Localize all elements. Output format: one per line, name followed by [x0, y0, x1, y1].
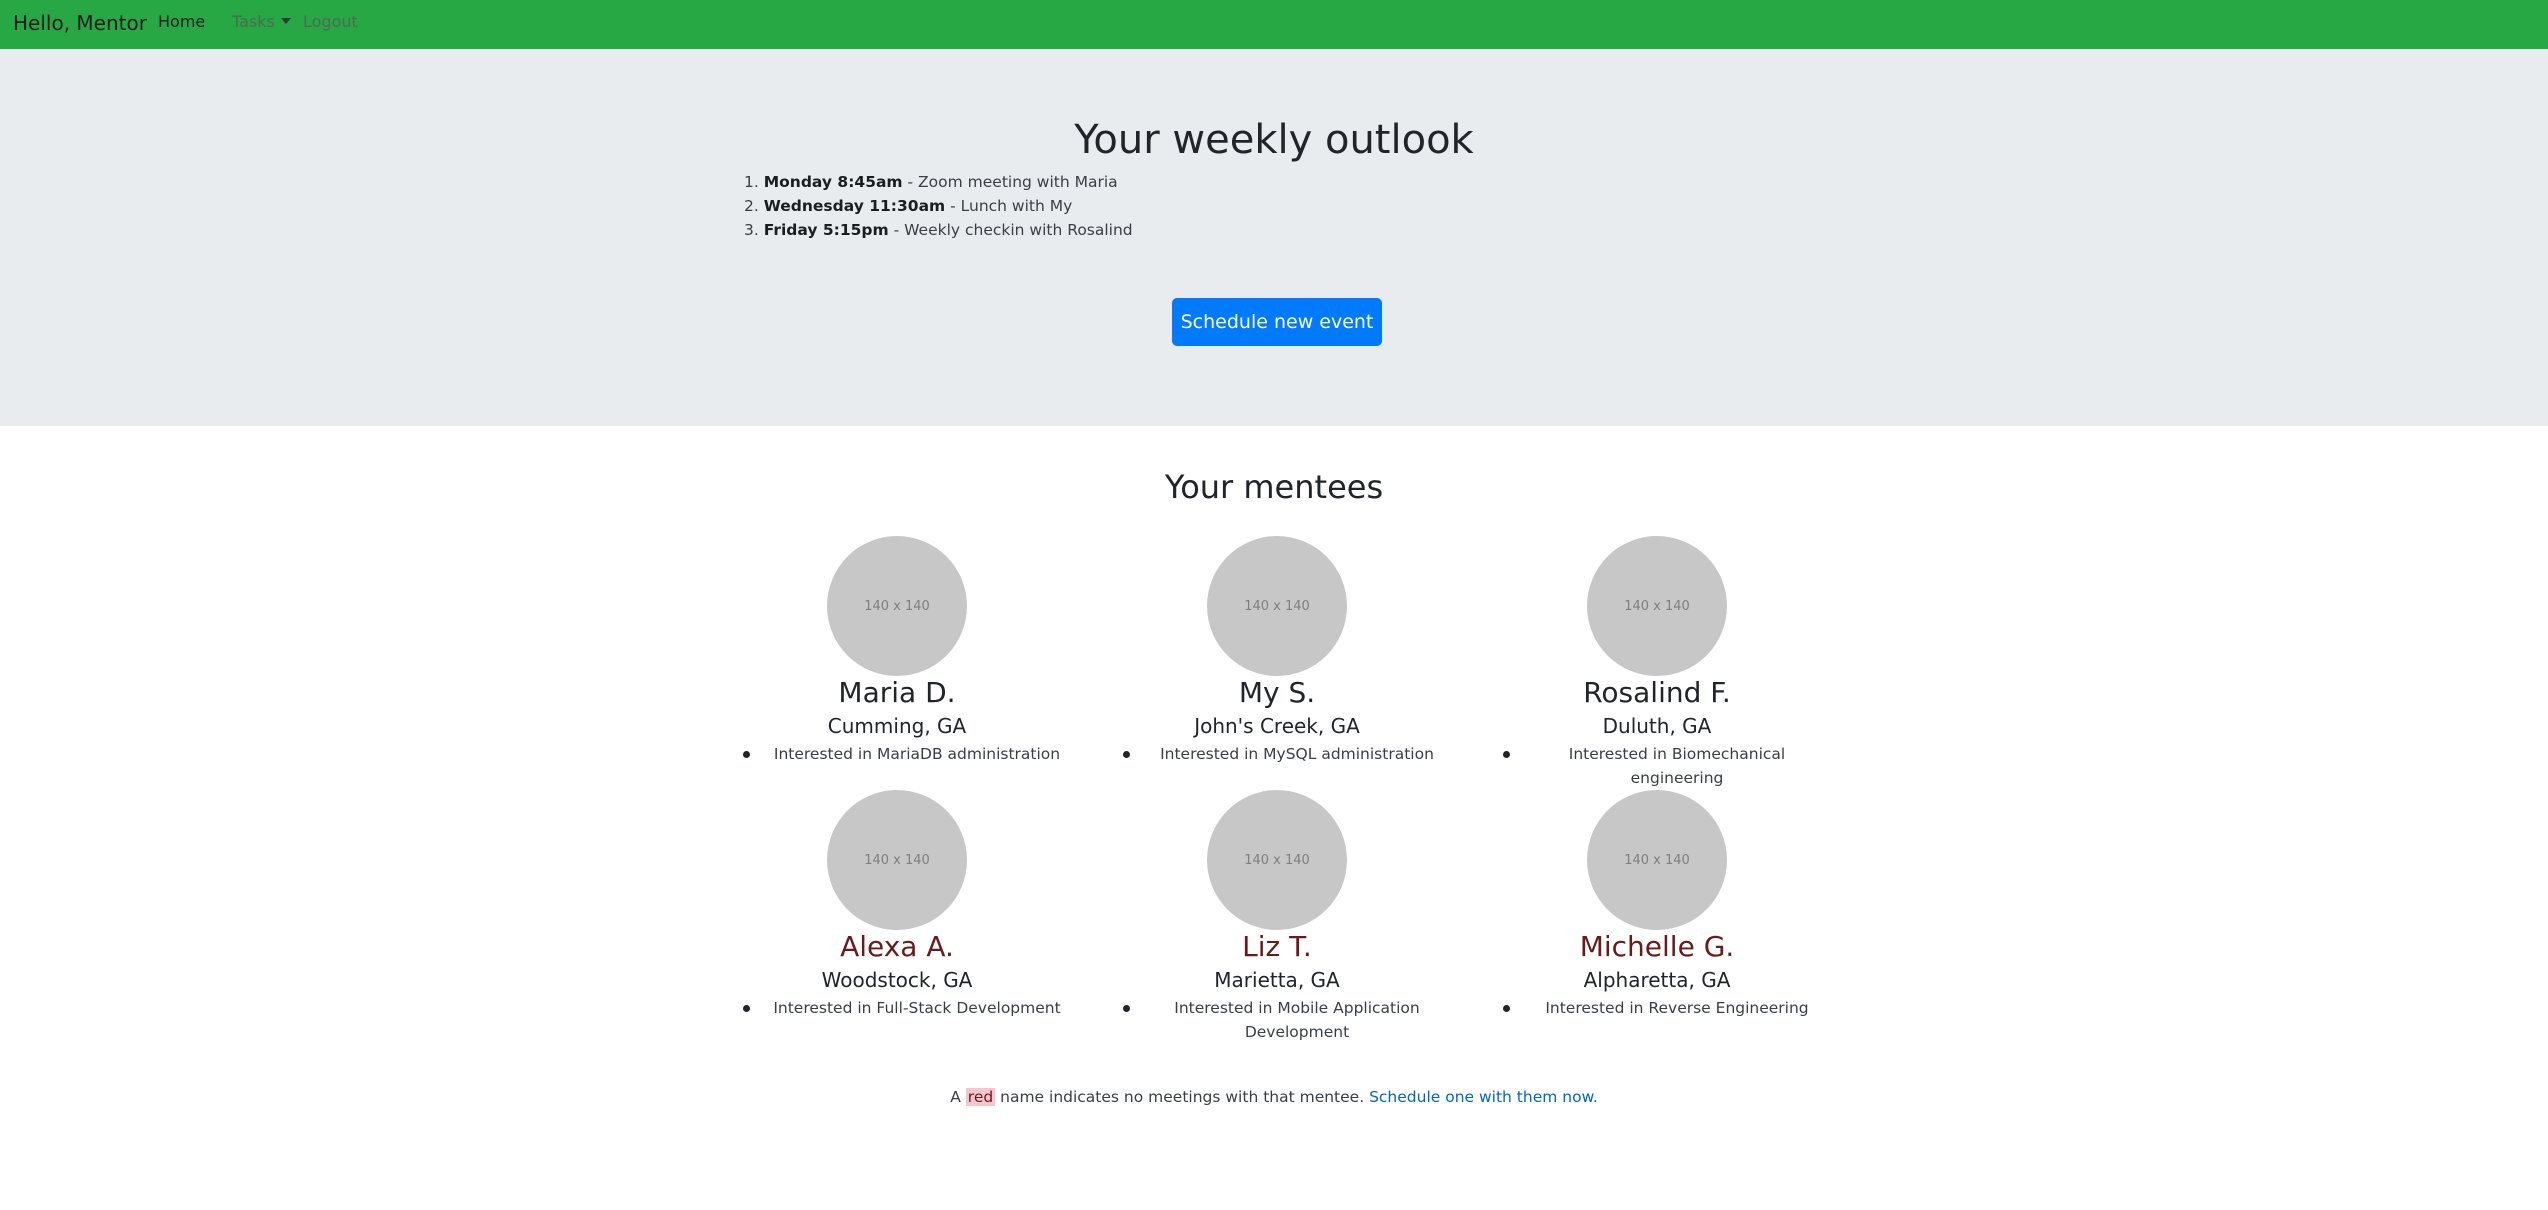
event-number: 3. [744, 221, 759, 239]
mentee-interests: Interested in Biomechanical engineering [1487, 742, 1827, 790]
nav-tasks-label: Tasks [232, 12, 275, 31]
mentee-card: 140 x 140 Michelle G. Alpharetta, GA Int… [1487, 790, 1822, 1044]
mentee-name-no-meetings: Michelle G. [1579, 930, 1735, 963]
mentee-name: My S. [1238, 676, 1316, 709]
mentee-location: John's Creek, GA [1194, 714, 1360, 738]
event-time: Wednesday 11:30am [763, 197, 946, 215]
mentee-name-no-meetings: Liz T. [1242, 930, 1312, 963]
event-description: - Zoom meeting with Maria [902, 173, 1118, 191]
interest-item: Interested in MariaDB administration [727, 742, 1067, 766]
weekly-outlook-title: Your weekly outlook [1074, 117, 1474, 163]
schedule-new-event-button[interactable]: Schedule new event [1172, 298, 1382, 346]
mentee-name-no-meetings: Alexa A. [840, 930, 954, 963]
mentee-interests: Interested in Mobile Application Develop… [1107, 996, 1447, 1044]
mentee-card: 140 x 140 Liz T. Marietta, GA Interested… [1107, 790, 1487, 1044]
mentee-location: Duluth, GA [1602, 714, 1712, 738]
event-item: 3. Friday 5:15pm - Weekly checkin with R… [744, 218, 1133, 242]
mentee-card: 140 x 140 Alexa A. Woodstock, GA Interes… [727, 790, 1107, 1044]
mentee-interests: Interested in Full-Stack Development [727, 996, 1067, 1020]
mentee-name: Maria D. [838, 676, 956, 709]
event-description: - Lunch with My [945, 197, 1073, 215]
event-time: Friday 5:15pm [763, 221, 889, 239]
avatar-placeholder: 140 x 140 [1587, 536, 1727, 676]
footnote-text: name indicates no meetings with that men… [995, 1087, 1370, 1106]
mentee-card: 140 x 140 Rosalind F. Duluth, GA Interes… [1487, 536, 1822, 790]
weekly-outlook-section: Your weekly outlook 1. Monday 8:45am - Z… [0, 49, 2548, 426]
event-description: - Weekly checkin with Rosalind [888, 221, 1133, 239]
interest-item: Interested in Full-Stack Development [727, 996, 1067, 1020]
event-item: 1. Monday 8:45am - Zoom meeting with Mar… [744, 170, 1133, 194]
mentee-location: Woodstock, GA [821, 968, 973, 992]
red-highlight: red [965, 1087, 996, 1106]
interest-item: Interested in Mobile Application Develop… [1107, 996, 1447, 1044]
mentee-interests: Interested in Reverse Engineering [1487, 996, 1827, 1020]
mentees-title: Your mentees [1164, 468, 1384, 506]
interest-item: Interested in MySQL administration [1107, 742, 1447, 766]
interest-item: Interested in Reverse Engineering [1487, 996, 1827, 1020]
avatar-placeholder: 140 x 140 [827, 536, 967, 676]
avatar-placeholder: 140 x 140 [1587, 790, 1727, 930]
mentee-interests: Interested in MariaDB administration [727, 742, 1067, 766]
navbar-brand[interactable]: Hello, Mentor [13, 10, 147, 36]
nav-tasks-dropdown[interactable]: Tasks [232, 12, 291, 32]
event-number: 1. [744, 173, 759, 191]
event-number: 2. [744, 197, 759, 215]
event-item: 2. Wednesday 11:30am - Lunch with My [744, 194, 1133, 218]
avatar-placeholder: 140 x 140 [1207, 790, 1347, 930]
events-list: 1. Monday 8:45am - Zoom meeting with Mar… [744, 170, 1133, 242]
footnote-prefix: A [950, 1087, 966, 1106]
event-time: Monday 8:45am [763, 173, 903, 191]
mentee-location: Marietta, GA [1214, 968, 1340, 992]
nav-logout-link[interactable]: Logout [303, 12, 358, 32]
mentee-location: Cumming, GA [827, 714, 967, 738]
no-meetings-footnote: A red name indicates no meetings with th… [0, 1085, 2548, 1109]
nav-home-link[interactable]: Home [158, 12, 205, 32]
avatar-placeholder: 140 x 140 [827, 790, 967, 930]
mentee-card: 140 x 140 My S. John's Creek, GA Interes… [1107, 536, 1487, 790]
mentees-grid: 140 x 140 Maria D. Cumming, GA Intereste… [727, 536, 1822, 1044]
avatar-placeholder: 140 x 140 [1207, 536, 1347, 676]
schedule-now-link[interactable]: Schedule one with them now. [1369, 1088, 1598, 1106]
mentee-location: Alpharetta, GA [1583, 968, 1731, 992]
interest-item: Interested in Biomechanical engineering [1487, 742, 1827, 790]
mentee-card: 140 x 140 Maria D. Cumming, GA Intereste… [727, 536, 1107, 790]
mentee-name: Rosalind F. [1583, 676, 1731, 709]
caret-down-icon [280, 18, 291, 24]
mentee-interests: Interested in MySQL administration [1107, 742, 1447, 766]
top-navbar: Hello, Mentor Home Tasks Logout [0, 0, 2548, 49]
